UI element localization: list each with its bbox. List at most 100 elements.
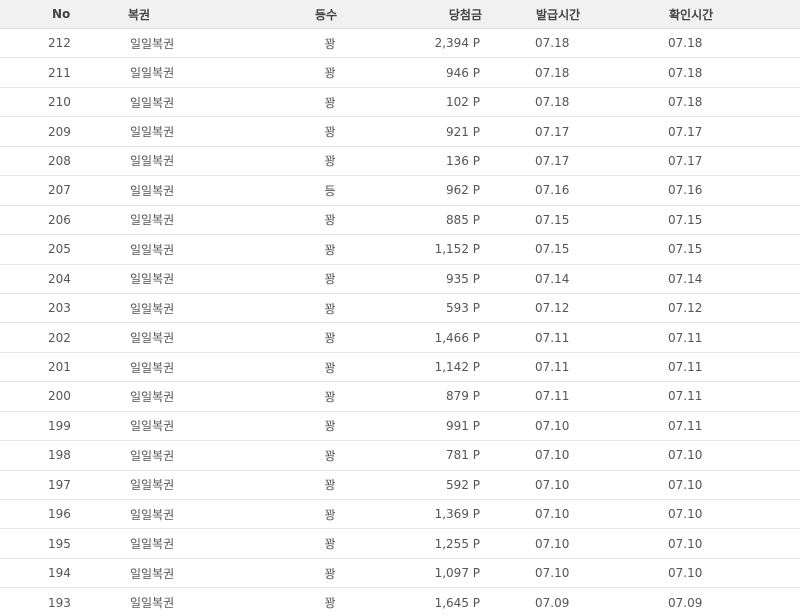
cell-issued-time: 07.18 xyxy=(535,95,570,110)
cell-amount: 1,152 P xyxy=(434,242,480,257)
cell-issued-time: 07.10 xyxy=(535,566,570,581)
table-row: 206 일일복권 꽝 885 P 07.15 07.15 xyxy=(0,206,800,236)
table-row: 210 일일복권 꽝 102 P 07.18 07.18 xyxy=(0,88,800,118)
cell-ticket: 일일복권 xyxy=(130,478,175,493)
cell-ticket: 일일복권 xyxy=(130,154,175,169)
cell-ticket: 일일복권 xyxy=(130,242,175,257)
cell-no: 199 xyxy=(48,418,71,433)
cell-rank: 꽝 xyxy=(324,36,336,51)
cell-no: 205 xyxy=(48,242,71,257)
cell-rank: 꽝 xyxy=(324,360,336,375)
cell-amount: 1,255 P xyxy=(434,536,480,551)
column-header-amount: 당첨금 xyxy=(448,7,482,22)
table-row: 197 일일복권 꽝 592 P 07.10 07.10 xyxy=(0,471,800,500)
cell-issued-time: 07.11 xyxy=(535,360,570,375)
cell-no: 210 xyxy=(48,95,71,110)
table-row: 198 일일복권 꽝 781 P 07.10 07.10 xyxy=(0,441,800,471)
cell-no: 194 xyxy=(48,566,71,581)
table-body: 212 일일복권 꽝 2,394 P 07.18 07.18 211 일일복권 … xyxy=(0,29,800,616)
cell-ticket: 일일복권 xyxy=(130,596,175,611)
cell-rank: 꽝 xyxy=(324,566,336,581)
table-row: 193 일일복권 꽝 1,645 P 07.09 07.09 xyxy=(0,588,800,616)
cell-amount: 1,466 P xyxy=(434,330,480,345)
cell-checked-time: 07.11 xyxy=(668,389,703,404)
cell-rank: 꽝 xyxy=(324,272,336,287)
cell-rank: 꽝 xyxy=(324,213,336,228)
cell-no: 195 xyxy=(48,536,71,551)
table-row: 200 일일복권 꽝 879 P 07.11 07.11 xyxy=(0,382,800,412)
cell-checked-time: 07.17 xyxy=(668,124,703,139)
cell-checked-time: 07.15 xyxy=(668,212,703,227)
cell-checked-time: 07.14 xyxy=(668,271,703,286)
cell-checked-time: 07.11 xyxy=(668,418,703,433)
table-row: 202 일일복권 꽝 1,466 P 07.11 07.11 xyxy=(0,323,800,353)
cell-issued-time: 07.15 xyxy=(535,242,570,257)
cell-checked-time: 07.18 xyxy=(668,65,703,80)
cell-amount: 1,369 P xyxy=(434,507,480,522)
cell-ticket: 일일복권 xyxy=(130,36,175,51)
column-header-no: No xyxy=(52,7,71,21)
cell-issued-time: 07.10 xyxy=(535,418,570,433)
cell-checked-time: 07.10 xyxy=(668,536,703,551)
cell-checked-time: 07.18 xyxy=(668,36,703,51)
cell-rank: 꽝 xyxy=(324,448,336,463)
cell-rank: 꽝 xyxy=(324,537,336,552)
cell-ticket: 일일복권 xyxy=(130,95,175,110)
cell-no: 208 xyxy=(48,153,71,168)
cell-no: 203 xyxy=(48,301,71,316)
cell-issued-time: 07.10 xyxy=(535,477,570,492)
cell-rank: 꽝 xyxy=(324,389,336,404)
cell-checked-time: 07.10 xyxy=(668,566,703,581)
cell-issued-time: 07.14 xyxy=(535,271,570,286)
cell-amount: 781 P xyxy=(446,448,480,463)
cell-amount: 1,645 P xyxy=(434,595,480,610)
cell-ticket: 일일복권 xyxy=(130,213,175,228)
cell-issued-time: 07.17 xyxy=(535,124,570,139)
cell-issued-time: 07.10 xyxy=(535,536,570,551)
cell-no: 206 xyxy=(48,212,71,227)
cell-checked-time: 07.17 xyxy=(668,153,703,168)
table-row: 208 일일복권 꽝 136 P 07.17 07.17 xyxy=(0,147,800,177)
cell-ticket: 일일복권 xyxy=(130,507,175,522)
cell-issued-time: 07.18 xyxy=(535,65,570,80)
table-row: 205 일일복권 꽝 1,152 P 07.15 07.15 xyxy=(0,235,800,265)
cell-no: 212 xyxy=(48,36,71,51)
cell-rank: 꽝 xyxy=(324,419,336,434)
cell-checked-time: 07.11 xyxy=(668,330,703,345)
column-header-ticket: 복권 xyxy=(128,7,151,22)
table-row: 199 일일복권 꽝 991 P 07.10 07.11 xyxy=(0,412,800,442)
cell-ticket: 일일복권 xyxy=(130,537,175,552)
column-header-issued-time: 발급시간 xyxy=(536,7,581,22)
cell-rank: 꽝 xyxy=(324,242,336,257)
cell-issued-time: 07.10 xyxy=(535,507,570,522)
cell-amount: 2,394 P xyxy=(434,36,480,51)
cell-issued-time: 07.09 xyxy=(535,595,570,610)
table-row: 195 일일복권 꽝 1,255 P 07.10 07.10 xyxy=(0,529,800,559)
cell-no: 200 xyxy=(48,389,71,404)
cell-rank: 꽝 xyxy=(324,301,336,316)
cell-rank: 등 xyxy=(324,183,336,198)
cell-ticket: 일일복권 xyxy=(130,125,175,140)
cell-no: 197 xyxy=(48,477,71,492)
cell-issued-time: 07.16 xyxy=(535,183,570,198)
cell-no: 201 xyxy=(48,360,71,375)
column-header-checked-time: 확인시간 xyxy=(669,7,714,22)
cell-no: 209 xyxy=(48,124,71,139)
table-row: 203 일일복권 꽝 593 P 07.12 07.12 xyxy=(0,294,800,324)
cell-issued-time: 07.12 xyxy=(535,301,570,316)
cell-amount: 946 P xyxy=(446,65,480,80)
cell-issued-time: 07.11 xyxy=(535,330,570,345)
cell-issued-time: 07.10 xyxy=(535,448,570,463)
cell-checked-time: 07.10 xyxy=(668,507,703,522)
table-row: 196 일일복권 꽝 1,369 P 07.10 07.10 xyxy=(0,500,800,530)
column-header-rank: 등수 xyxy=(314,7,338,22)
cell-rank: 꽝 xyxy=(324,95,336,110)
cell-amount: 136 P xyxy=(446,153,480,168)
table-row: 194 일일복권 꽝 1,097 P 07.10 07.10 xyxy=(0,559,800,589)
table-header: No 복권 등수 당첨금 발급시간 확인시간 xyxy=(0,0,800,29)
cell-amount: 885 P xyxy=(446,212,480,227)
cell-ticket: 일일복권 xyxy=(130,183,175,198)
cell-rank: 꽝 xyxy=(324,125,336,140)
cell-no: 211 xyxy=(48,65,71,80)
cell-issued-time: 07.18 xyxy=(535,36,570,51)
